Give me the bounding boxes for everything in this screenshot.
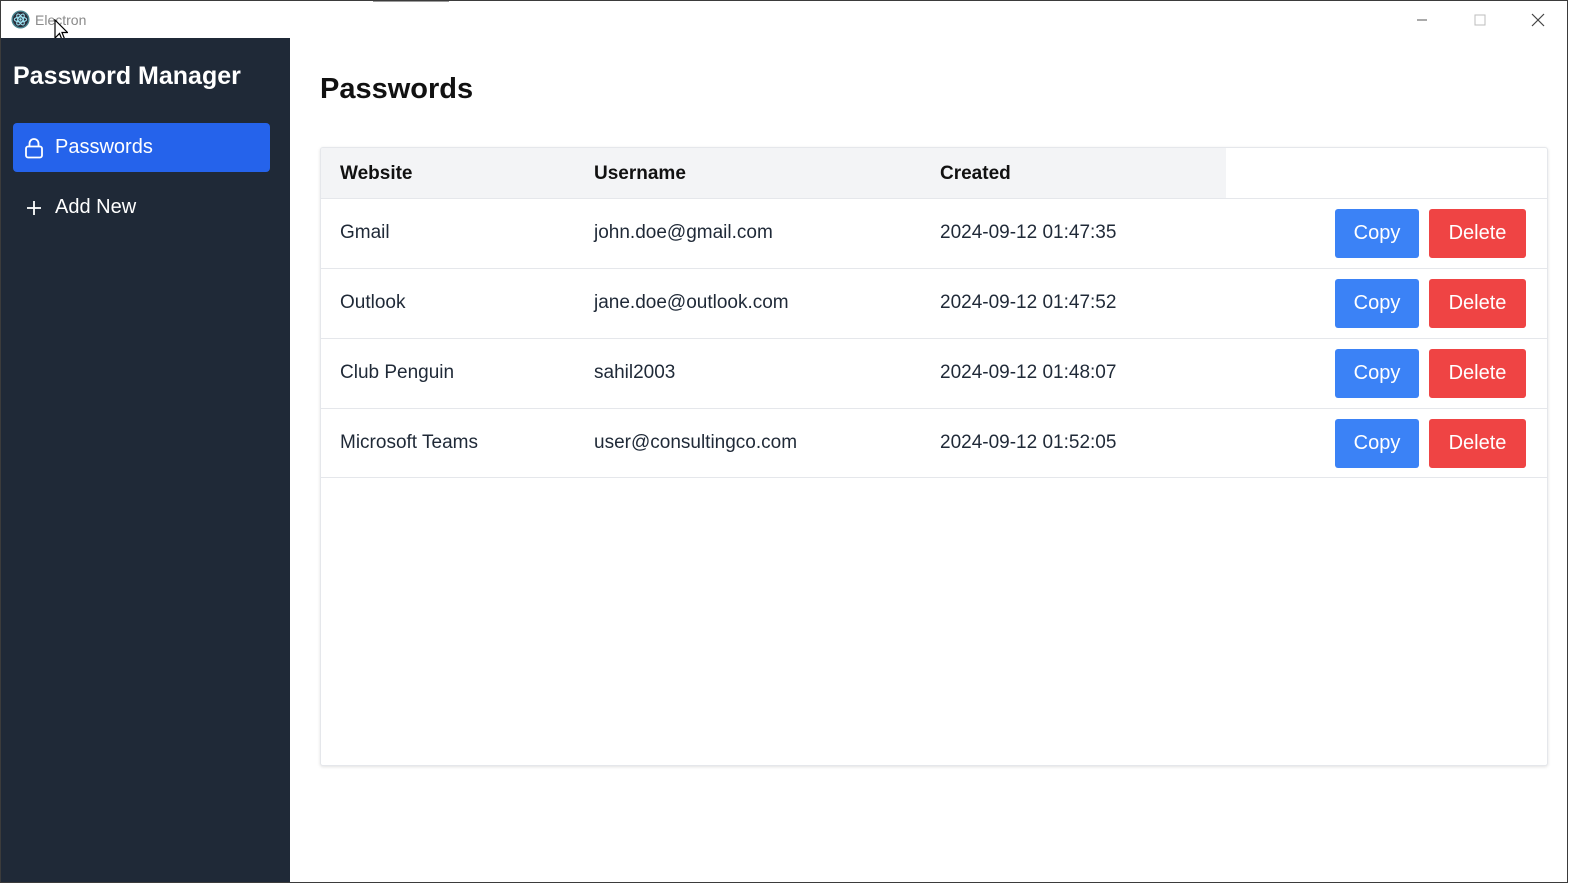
delete-button[interactable]: Delete (1429, 349, 1526, 398)
header-created: Created (940, 163, 1011, 184)
maximize-icon (1474, 14, 1486, 25)
cell-username: sahil2003 (594, 362, 676, 383)
table-row: Gmail john.doe@gmail.com 2024-09-12 01:4… (321, 198, 1547, 268)
cell-website: Club Penguin (340, 362, 455, 383)
close-button[interactable] (1509, 1, 1567, 38)
page-title: Passwords (320, 73, 474, 105)
delete-button[interactable]: Delete (1429, 209, 1526, 258)
cell-username: john.doe@gmail.com (594, 222, 773, 243)
cell-username: user@consultingco.com (594, 432, 798, 453)
delete-button[interactable]: Delete (1429, 419, 1526, 468)
app-brand: Password Manager (13, 62, 241, 90)
minimize-icon (1417, 19, 1427, 20)
title-bar-edge (373, 1, 449, 2)
sidebar-item-passwords[interactable]: Passwords (13, 123, 270, 172)
maximize-button[interactable] (1451, 1, 1509, 38)
table-header: Website Username Created (321, 148, 1226, 199)
sidebar-item-label: Passwords (55, 136, 153, 158)
app-window: Electron Password Manager Passwords Add … (0, 0, 1568, 883)
electron-icon (11, 10, 30, 29)
sidebar: Password Manager Passwords Add New (1, 38, 290, 882)
table-row: Club Penguin sahil2003 2024-09-12 01:48:… (321, 338, 1547, 408)
close-icon (1531, 13, 1545, 26)
main-content: Passwords Website Username Created Gmail… (290, 38, 1567, 882)
header-username: Username (594, 163, 686, 184)
table-row: Microsoft Teams user@consultingco.com 20… (321, 408, 1547, 478)
cell-created: 2024-09-12 01:48:07 (940, 362, 1117, 383)
cell-created: 2024-09-12 01:47:52 (940, 292, 1117, 313)
sidebar-item-label: Add New (55, 196, 137, 218)
passwords-table: Website Username Created Gmail john.doe@… (320, 147, 1548, 766)
window-title: Electron (35, 12, 87, 28)
copy-button[interactable]: Copy (1335, 279, 1419, 328)
sidebar-item-add-new[interactable]: Add New (13, 183, 270, 232)
title-bar[interactable]: Electron (1, 1, 1567, 42)
cell-created: 2024-09-12 01:52:05 (940, 432, 1117, 453)
table-row: Outlook jane.doe@outlook.com 2024-09-12 … (321, 268, 1547, 338)
copy-button[interactable]: Copy (1335, 349, 1419, 398)
header-website: Website (340, 163, 413, 184)
cell-website: Microsoft Teams (340, 432, 478, 453)
copy-button[interactable]: Copy (1335, 419, 1419, 468)
cell-created: 2024-09-12 01:47:35 (940, 222, 1117, 243)
cell-website: Outlook (340, 292, 406, 313)
minimize-button[interactable] (1393, 1, 1451, 38)
lock-icon (24, 137, 44, 159)
delete-button[interactable]: Delete (1429, 279, 1526, 328)
plus-icon (24, 197, 44, 219)
cell-website: Gmail (340, 222, 390, 243)
copy-button[interactable]: Copy (1335, 209, 1419, 258)
cell-username: jane.doe@outlook.com (594, 292, 789, 313)
